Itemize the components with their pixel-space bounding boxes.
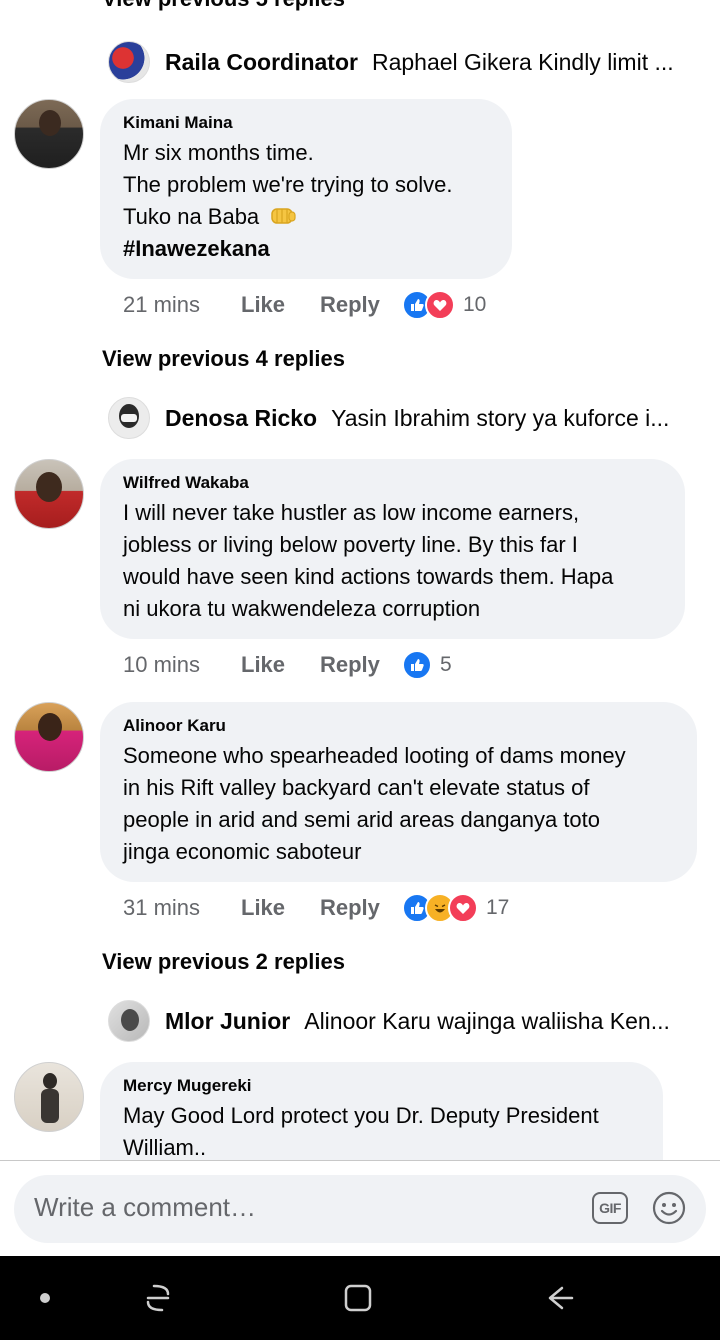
comment-clip: Mercy Mugereki May Good Lord protect you…	[0, 1062, 720, 1160]
comment-input[interactable]: Write a comment…	[34, 1192, 256, 1223]
comment-text-line: Mr six months time.	[123, 140, 314, 165]
view-previous-replies-link[interactable]: View previous 4 replies	[102, 346, 345, 372]
avatar[interactable]	[108, 397, 150, 439]
composer-divider	[0, 1160, 720, 1161]
reaction-count: 10	[463, 293, 487, 316]
comment-text-line: William..	[123, 1135, 207, 1160]
comment-timestamp[interactable]: 31 mins	[123, 895, 241, 921]
reaction-count: 17	[486, 896, 510, 919]
comment-actions: 21 mins Like Reply 10	[123, 287, 486, 323]
comment-actions: 31 mins Like Reply 17	[123, 890, 509, 926]
reply-button[interactable]: Reply	[320, 652, 402, 678]
reply-preview[interactable]: Mlor Junior Alinoor Karu wajinga waliish…	[108, 999, 680, 1043]
reply-author-name[interactable]: Denosa Ricko	[165, 405, 317, 432]
system-navigation-bar	[0, 1256, 720, 1340]
avatar[interactable]	[108, 41, 150, 83]
recents-icon[interactable]	[140, 1280, 176, 1316]
comment-text-line: in his Rift valley backyard can't elevat…	[123, 775, 590, 800]
reply-preview-text: Yasin Ibrahim story ya kuforce i...	[331, 404, 670, 431]
comment-bubble: Wilfred Wakaba I will never take hustler…	[100, 459, 685, 639]
like-button[interactable]: Like	[241, 652, 320, 678]
reaction-summary[interactable]: 17	[402, 893, 509, 923]
comment-hashtag[interactable]: #Inawezekana	[123, 233, 490, 265]
comment-text-line: Tuko na Baba	[123, 201, 490, 233]
reply-button[interactable]: Reply	[320, 895, 402, 921]
comment-timestamp[interactable]: 21 mins	[123, 292, 241, 318]
reply-preview[interactable]: Raila Coordinator Raphael Gikera Kindly …	[108, 40, 678, 84]
like-reaction-icon	[402, 650, 432, 680]
reaction-count: 5	[440, 653, 452, 676]
reply-preview-text: Raphael Gikera Kindly limit ...	[371, 48, 674, 75]
comment-timestamp[interactable]: 10 mins	[123, 652, 241, 678]
reply-preview[interactable]: Denosa Ricko Yasin Ibrahim story ya kufo…	[108, 396, 678, 440]
gif-icon[interactable]: GIF	[592, 1192, 628, 1224]
comment-text-line: jinga economic saboteur	[123, 839, 362, 864]
like-button[interactable]: Like	[241, 292, 320, 318]
like-button[interactable]: Like	[241, 895, 320, 921]
back-icon[interactable]	[542, 1280, 578, 1316]
comment-author[interactable]: Wilfred Wakaba	[123, 473, 663, 493]
comment-text-line: Someone who spearheaded looting of dams …	[123, 743, 626, 768]
reply-author-name[interactable]: Raila Coordinator	[165, 49, 358, 76]
reply-button[interactable]: Reply	[320, 292, 402, 318]
fist-bump-icon	[269, 204, 297, 226]
comment-text-line: May Good Lord protect you Dr. Deputy Pre…	[123, 1103, 599, 1128]
comment-text-line: would have seen kind actions towards the…	[123, 564, 614, 589]
dot-icon[interactable]	[27, 1280, 63, 1316]
avatar[interactable]	[108, 1000, 150, 1042]
comment-author[interactable]: Mercy Mugereki	[123, 1076, 641, 1096]
avatar[interactable]	[14, 702, 84, 772]
reaction-summary[interactable]: 10	[402, 290, 486, 320]
comment-bubble: Mercy Mugereki May Good Lord protect you…	[100, 1062, 663, 1160]
reply-preview-text: Alinoor Karu wajinga waliisha Ken...	[304, 1007, 670, 1034]
love-reaction-icon	[448, 893, 478, 923]
comment-text-line: jobless or living below poverty line. By…	[123, 532, 578, 557]
comment-text-line: The problem we're trying to solve.	[123, 172, 453, 197]
reaction-summary[interactable]: 5	[402, 650, 452, 680]
comment-text-line: I will never take hustler as low income …	[123, 500, 580, 525]
comment-text-line: ni ukora tu wakwendeleza corruption	[123, 596, 481, 621]
comment-bubble: Alinoor Karu Someone who spearheaded loo…	[100, 702, 697, 882]
view-previous-replies-link[interactable]: View previous 2 replies	[102, 949, 345, 975]
comment-bubble: Kimani Maina Mr six months time. The pro…	[100, 99, 512, 279]
avatar[interactable]	[14, 99, 84, 169]
avatar[interactable]	[14, 459, 84, 529]
comment-author[interactable]: Kimani Maina	[123, 113, 490, 133]
comment-author[interactable]: Alinoor Karu	[123, 716, 675, 736]
comment-actions: 10 mins Like Reply 5	[123, 647, 452, 683]
reply-author-name[interactable]: Mlor Junior	[165, 1008, 290, 1035]
home-icon[interactable]	[340, 1280, 376, 1316]
emoji-icon[interactable]	[652, 1191, 686, 1225]
love-reaction-icon	[425, 290, 455, 320]
comment-text: Tuko na Baba	[123, 204, 260, 229]
view-previous-replies-link[interactable]: View previous 5 replies	[102, 0, 345, 12]
comment-composer[interactable]: Write a comment… GIF	[14, 1175, 706, 1243]
comment-text-line: people in arid and semi arid areas danga…	[123, 807, 600, 832]
